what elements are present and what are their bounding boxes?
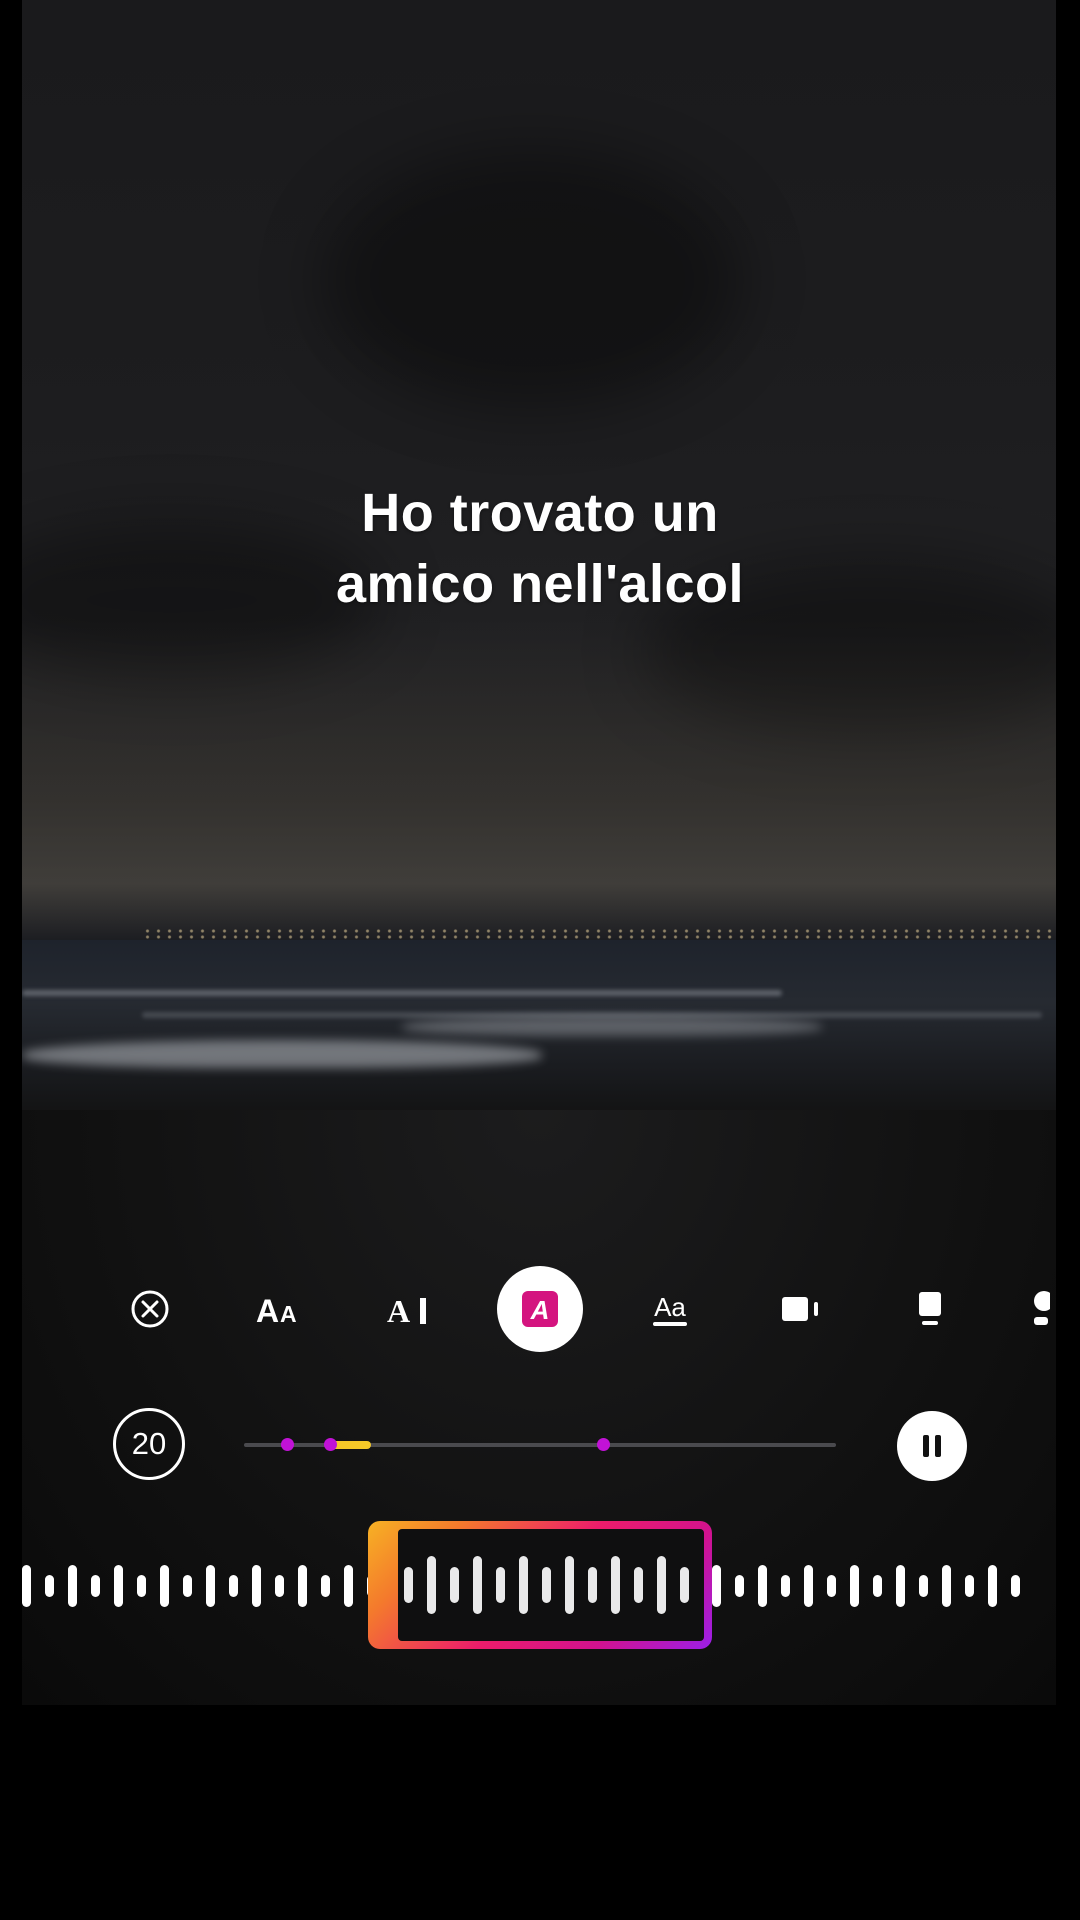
waveform-bar xyxy=(873,1575,882,1597)
align-bottom-icon xyxy=(919,1292,941,1325)
waveform-bar xyxy=(91,1575,100,1597)
waveform-bar xyxy=(68,1565,77,1607)
waveform-bar xyxy=(252,1565,261,1607)
selected-waveform-bar xyxy=(542,1567,551,1603)
waveform-bar xyxy=(896,1565,905,1607)
waveform-bar xyxy=(965,1575,974,1597)
waveform-bar xyxy=(114,1565,123,1607)
text-style-toolbar: A A A A Aa xyxy=(0,1266,1080,1352)
highlight-text-icon: A xyxy=(522,1291,558,1327)
align-block-icon xyxy=(782,1297,818,1321)
selection-handle[interactable] xyxy=(376,1529,398,1641)
text-size-button[interactable]: A A xyxy=(236,1266,322,1352)
clip-selection-frame[interactable] xyxy=(368,1521,712,1649)
remove-effect-button[interactable] xyxy=(107,1266,193,1352)
pause-button[interactable] xyxy=(897,1411,967,1481)
highlight-text-button[interactable]: A xyxy=(497,1266,583,1352)
selected-waveform-bar xyxy=(473,1556,482,1614)
wave-line xyxy=(22,990,782,996)
active-tool-bg: A xyxy=(497,1266,583,1352)
more-tools-button[interactable] xyxy=(1010,1266,1056,1352)
svg-text:Aa: Aa xyxy=(654,1292,686,1322)
text-size-icon: A A xyxy=(256,1293,297,1329)
selected-waveform-bar xyxy=(588,1567,597,1603)
waveform-bar xyxy=(942,1565,951,1607)
waveform-bar xyxy=(850,1565,859,1607)
selected-waveform-bar xyxy=(680,1567,689,1603)
svg-text:A: A xyxy=(387,1293,410,1329)
waveform-bar xyxy=(1011,1575,1020,1597)
waveform-bar xyxy=(758,1565,767,1607)
selected-waveform-bar xyxy=(565,1556,574,1614)
horizon-glow xyxy=(22,620,1056,950)
underline-text-icon: Aa xyxy=(653,1292,687,1326)
waveform-bar xyxy=(344,1565,353,1607)
close-circle-icon xyxy=(131,1290,169,1328)
duration-label: 20 xyxy=(131,1426,167,1461)
lyrics-caption[interactable]: Ho trovato un amico nell'alcol xyxy=(0,478,1080,620)
svg-text:A: A xyxy=(280,1301,297,1327)
align-bottom-button[interactable] xyxy=(887,1266,973,1352)
svg-text:A: A xyxy=(256,1293,279,1329)
waveform-bar xyxy=(804,1565,813,1607)
waveform-bar xyxy=(45,1575,54,1597)
align-block-button[interactable] xyxy=(757,1266,843,1352)
waveform-bar xyxy=(206,1565,215,1607)
lyric-marker-dot[interactable] xyxy=(596,1438,610,1451)
waveform-bar xyxy=(712,1565,721,1607)
selected-waveform-bar xyxy=(634,1567,643,1603)
selected-waveform-bar xyxy=(657,1556,666,1614)
playback-scrubber[interactable] xyxy=(244,1438,836,1451)
waveform-bar xyxy=(275,1575,284,1597)
wave-foam xyxy=(402,1016,822,1036)
selected-waveform-bar xyxy=(427,1556,436,1614)
waveform-bar xyxy=(919,1575,928,1597)
duration-selector[interactable]: 20 xyxy=(113,1408,185,1480)
waveform-bar xyxy=(321,1575,330,1597)
selected-waveform-bar xyxy=(496,1567,505,1603)
selection-window xyxy=(398,1529,704,1641)
waveform-bar xyxy=(160,1565,169,1607)
waveform-bar xyxy=(229,1575,238,1597)
selected-waveform-bar xyxy=(404,1567,413,1603)
waveform-bar xyxy=(137,1575,146,1597)
underline-text-button[interactable]: Aa xyxy=(627,1266,713,1352)
cloud-shadow xyxy=(322,150,742,410)
text-cursor-button[interactable]: A xyxy=(367,1266,453,1352)
waveform-bar xyxy=(22,1565,31,1607)
selected-waveform-bar xyxy=(519,1556,528,1614)
waveform-bar xyxy=(735,1575,744,1597)
selected-waveform-bar xyxy=(611,1556,620,1614)
lyric-marker-dot[interactable] xyxy=(323,1438,337,1451)
caption-line-1: Ho trovato un xyxy=(361,483,719,543)
selected-waveform-bar xyxy=(450,1567,459,1603)
caption-line-2: amico nell'alcol xyxy=(336,554,744,614)
waveform-bar xyxy=(781,1575,790,1597)
pause-icon xyxy=(923,1435,941,1457)
svg-text:A: A xyxy=(530,1295,550,1325)
waveform-bar xyxy=(298,1565,307,1607)
lyric-marker-dot[interactable] xyxy=(280,1438,294,1451)
waveform-bar xyxy=(827,1575,836,1597)
text-cursor-icon: A xyxy=(387,1293,426,1329)
wave-foam xyxy=(22,1040,542,1068)
partial-icon xyxy=(1034,1291,1050,1325)
waveform-bar xyxy=(988,1565,997,1607)
waveform-bar xyxy=(183,1575,192,1597)
